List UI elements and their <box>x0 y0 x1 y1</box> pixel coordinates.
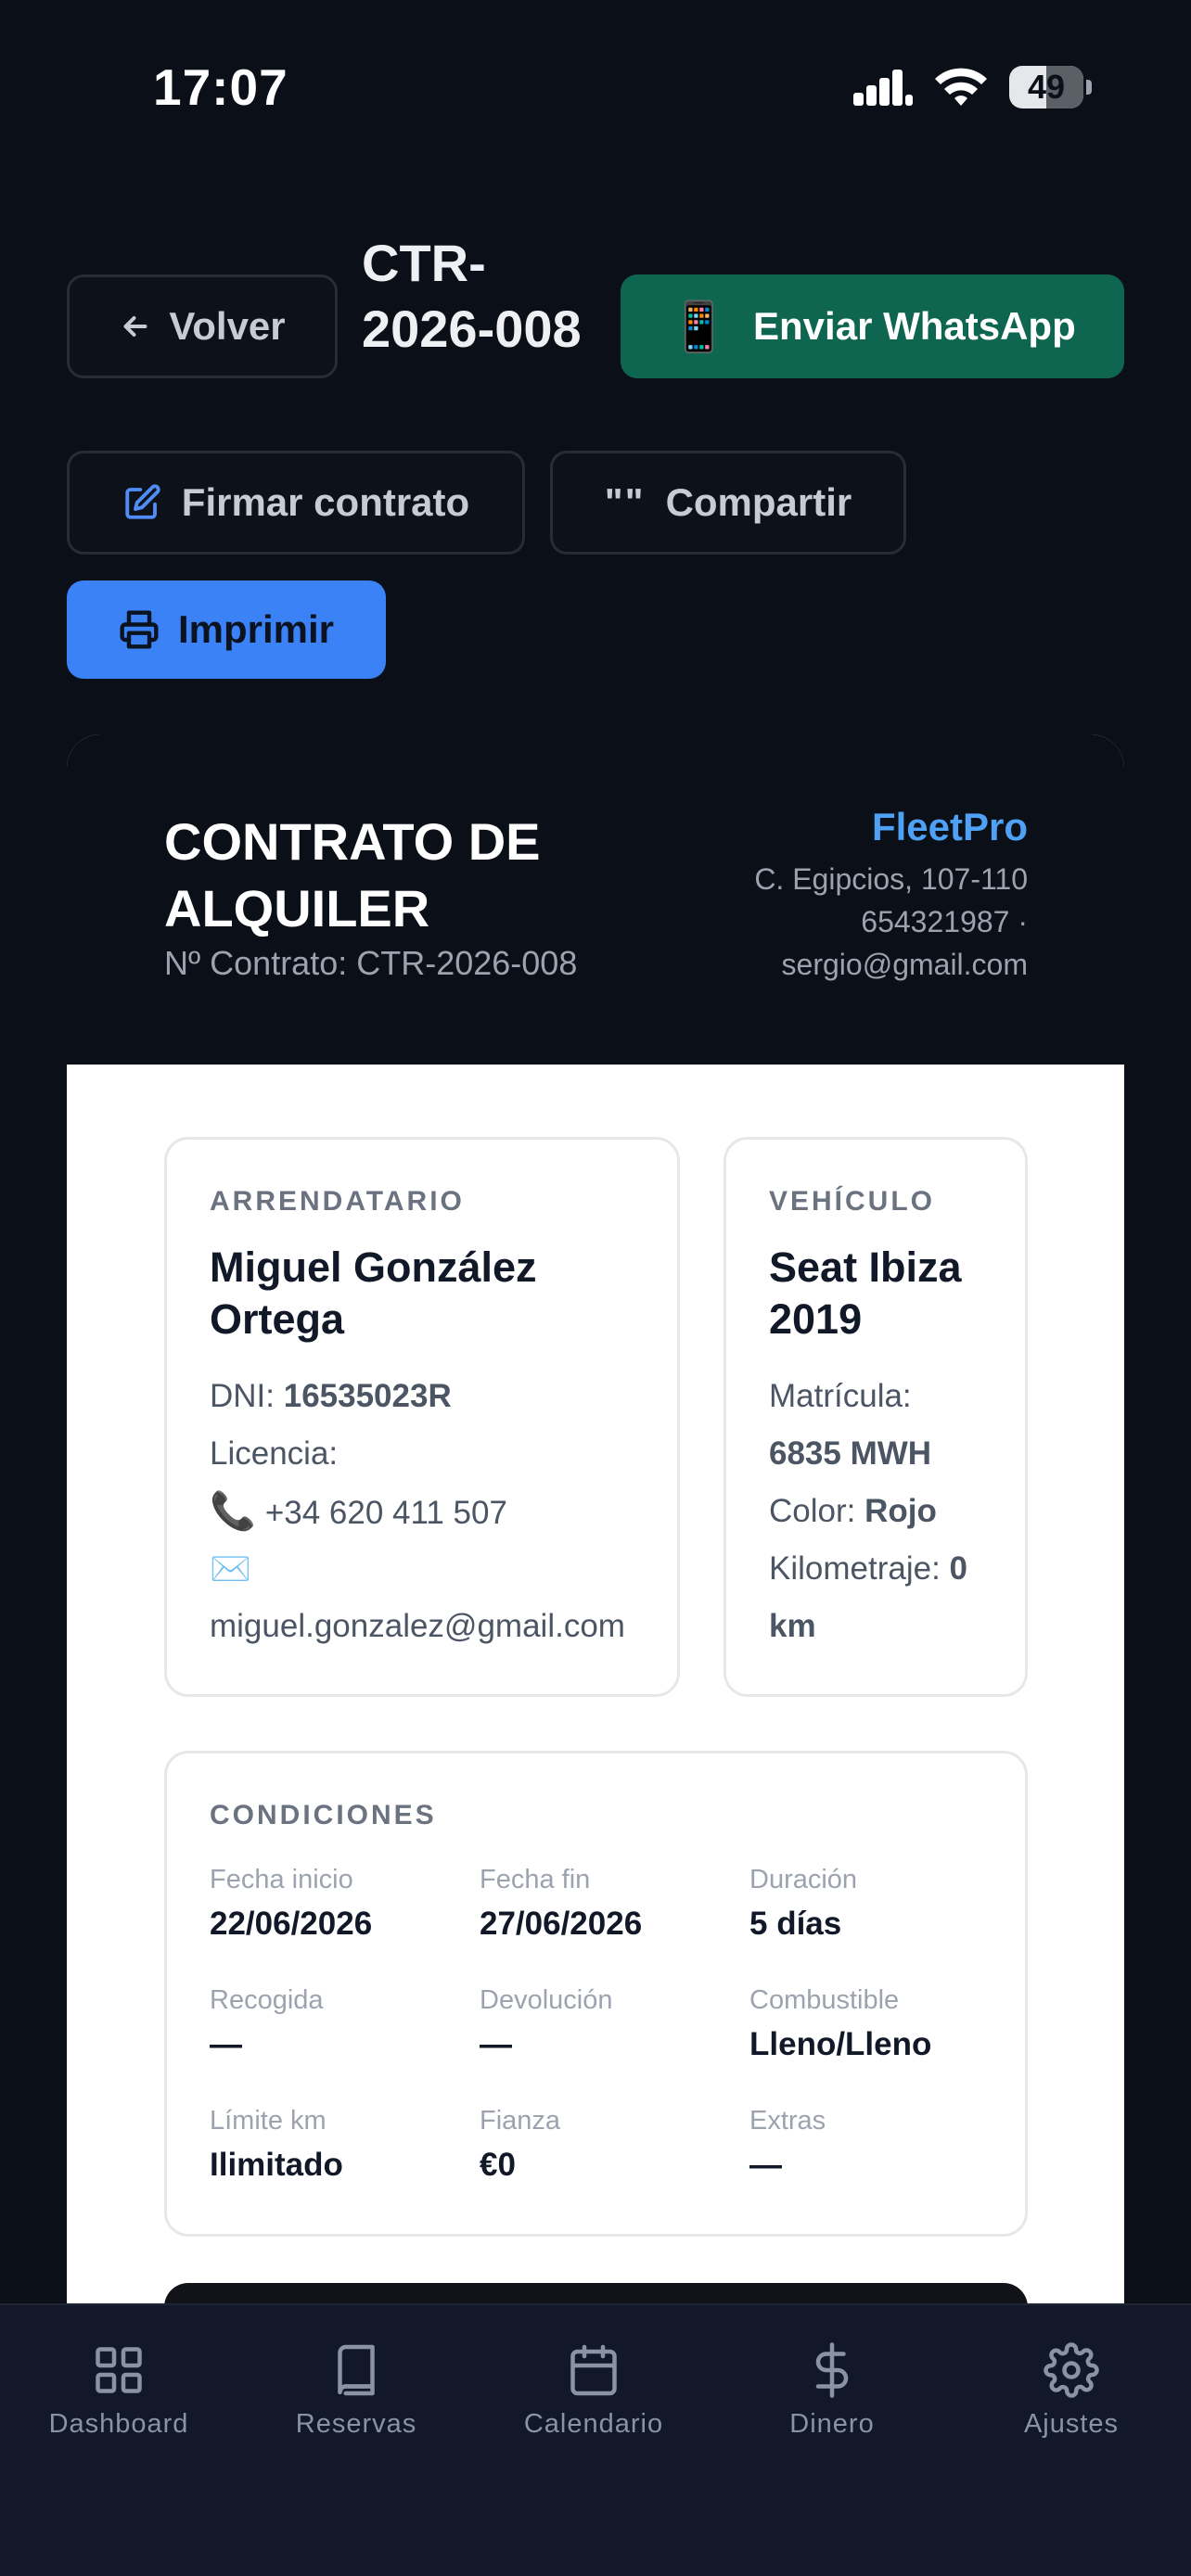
vehicle-plate: 6835 MWH <box>769 1435 932 1472</box>
tab-label: Calendario <box>523 2409 664 2439</box>
battery-level: 49 <box>1027 68 1066 106</box>
printer-icon <box>120 610 159 649</box>
sign-contract-button[interactable]: Firmar contrato <box>67 451 525 555</box>
back-button[interactable]: Volver <box>67 274 338 378</box>
tab-label: Reservas <box>295 2409 417 2439</box>
tab-reservas[interactable]: Reservas <box>263 2342 449 2454</box>
sign-label: Firmar contrato <box>181 480 470 524</box>
company-address: C. Egipcios, 107-110 <box>754 862 1028 896</box>
condition-label: Recogida <box>210 1985 324 2015</box>
status-bar: 17:07 49 <box>0 0 1191 176</box>
tab-label: Ajustes <box>1023 2409 1120 2439</box>
conditions-section-label: CONDICIONES <box>210 1800 437 1830</box>
vehicle-section: VEHÍCULO Seat Ibiza 2019 Matrícula: 6835… <box>724 1137 1028 1697</box>
envelope-icon: ✉️ <box>210 1549 251 1588</box>
edit-icon <box>125 484 160 519</box>
page-title: CTR-2026-008 <box>362 234 582 358</box>
send-whatsapp-button[interactable]: 📱 Enviar WhatsApp <box>621 274 1124 378</box>
back-label: Volver <box>169 304 286 348</box>
print-label: Imprimir <box>177 607 335 651</box>
condition-label: Fecha fin <box>480 1865 591 1894</box>
conditions-section: CONDICIONES Fecha inicio 22/06/2026 Fech… <box>164 1751 1028 2237</box>
calendar-icon <box>570 2344 617 2396</box>
company-name: FleetPro <box>871 805 1028 848</box>
bottom-tab-bar: Dashboard Reservas Calendario Dinero Aju… <box>0 2303 1191 2576</box>
condition-value: 22/06/2026 <box>210 1906 373 1942</box>
condition-value: €0 <box>480 2147 516 2183</box>
contract-document: CONTRATO DE ALQUILER Nº Contrato: CTR-20… <box>67 734 1124 2311</box>
vehicle-plate-label: Matrícula: <box>769 1378 912 1414</box>
whatsapp-label: Enviar WhatsApp <box>753 304 1076 348</box>
share-label: Compartir <box>665 480 852 524</box>
condition-label: Límite km <box>210 2106 327 2136</box>
condition-value: Lleno/Lleno <box>749 2026 932 2062</box>
condition-value: Ilimitado <box>210 2147 343 2183</box>
condition-label: Fecha inicio <box>210 1865 353 1894</box>
condition-value: 5 días <box>749 1906 842 1942</box>
wifi-icon <box>935 68 987 106</box>
condition-label: Fianza <box>480 2106 561 2136</box>
tenant-email: miguel.gonzalez@gmail.com <box>210 1608 625 1644</box>
book-icon <box>338 2344 375 2396</box>
tab-label: Dinero <box>789 2409 875 2439</box>
condition-value: — <box>480 2026 512 2062</box>
battery-indicator: 49 <box>1009 66 1093 108</box>
status-time: 17:07 <box>153 58 288 116</box>
tenant-license: Licencia: <box>210 1435 339 1472</box>
vehicle-color: Color: Rojo <box>769 1493 937 1529</box>
tab-dinero[interactable]: Dinero <box>739 2342 925 2454</box>
share-icon: "" <box>604 480 646 524</box>
vehicle-name: Seat Ibiza 2019 <box>769 1243 962 1343</box>
dollar-icon <box>815 2342 849 2398</box>
company-phone: 654321987 · <box>861 905 1028 938</box>
contract-body: ARRENDATARIO Miguel González Ortega DNI:… <box>67 1065 1124 2311</box>
condition-value: 27/06/2026 <box>480 1906 643 1942</box>
tab-dashboard[interactable]: Dashboard <box>26 2342 211 2454</box>
tenant-dni: DNI: 16535023R <box>210 1378 452 1414</box>
tenant-phone: 📞 +34 620 411 507 <box>210 1483 507 1542</box>
contract-number: Nº Contrato: CTR-2026-008 <box>164 944 578 982</box>
tab-label: Dashboard <box>48 2409 189 2439</box>
tenant-section-label: ARRENDATARIO <box>210 1186 465 1217</box>
contract-header: CONTRATO DE ALQUILER Nº Contrato: CTR-20… <box>67 734 1124 1065</box>
tab-calendario[interactable]: Calendario <box>501 2342 686 2454</box>
cellular-signal-icon <box>853 70 913 106</box>
dni-value: 16535023R <box>283 1378 452 1414</box>
vehicle-mileage: Kilometraje: 0 <box>769 1550 967 1587</box>
envelope-icon-line: ✉️ <box>210 1540 251 1599</box>
print-button[interactable]: Imprimir <box>67 580 386 679</box>
company-email: sergio@gmail.com <box>781 948 1028 981</box>
condition-label: Combustible <box>749 1985 900 2015</box>
condition-value: — <box>210 2026 242 2062</box>
arrow-left-icon <box>123 316 147 337</box>
grid-icon <box>96 2347 142 2393</box>
tenant-name: Miguel González Ortega <box>210 1243 537 1343</box>
condition-label: Duración <box>749 1865 858 1894</box>
condition-label: Extras <box>749 2106 826 2136</box>
vehicle-section-label: VEHÍCULO <box>769 1186 936 1217</box>
contract-heading: CONTRATO DE ALQUILER <box>164 812 541 937</box>
share-button[interactable]: "" Compartir <box>550 451 906 555</box>
tenant-section: ARRENDATARIO Miguel González Ortega DNI:… <box>164 1137 680 1697</box>
condition-label: Devolución <box>480 1985 613 2015</box>
telephone-icon: 📞 <box>210 1491 256 1532</box>
condition-value: — <box>749 2147 782 2183</box>
vehicle-mileage-unit: km <box>769 1608 816 1644</box>
tab-ajustes[interactable]: Ajustes <box>979 2342 1164 2454</box>
mobile-phone-icon: 📱 <box>669 300 730 354</box>
gear-icon <box>1044 2342 1099 2398</box>
